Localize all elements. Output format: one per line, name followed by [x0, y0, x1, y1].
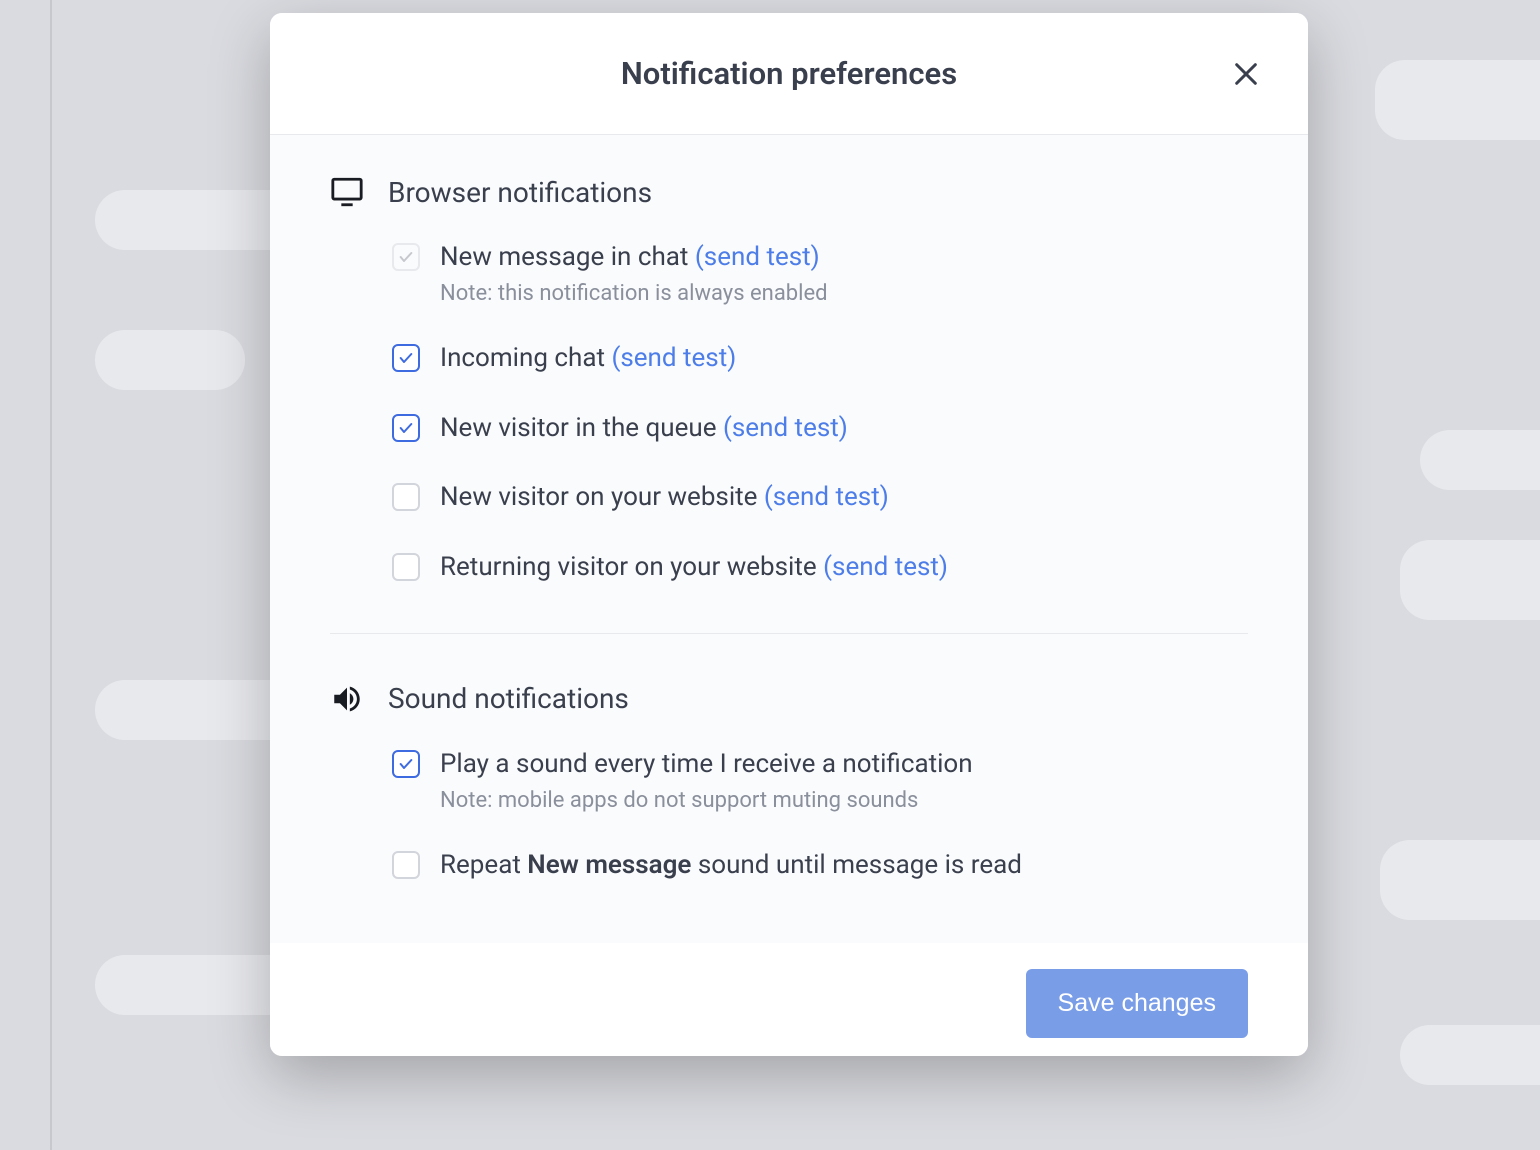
- option-label: Repeat New message sound until message i…: [440, 849, 1248, 883]
- option-text: Returning visitor on your website (send …: [440, 551, 1248, 585]
- option-text: Repeat New message sound until message i…: [440, 849, 1248, 883]
- option-text: New visitor on your website (send test): [440, 481, 1248, 515]
- browser-notifications-section: Browser notifications New message in cha…: [330, 175, 1248, 585]
- checkbox-returning-visitor[interactable]: [392, 553, 420, 581]
- modal-footer: Save changes: [270, 943, 1308, 1056]
- option-new-visitor-website: New visitor on your website (send test): [392, 481, 1248, 515]
- checkbox-repeat-sound[interactable]: [392, 851, 420, 879]
- checkbox-new-visitor-website[interactable]: [392, 483, 420, 511]
- send-test-link[interactable]: (send test): [611, 343, 736, 373]
- checkbox-new-message: [392, 243, 420, 271]
- checkbox-new-visitor-queue[interactable]: [392, 414, 420, 442]
- send-test-link[interactable]: (send test): [695, 242, 820, 272]
- modal-header: Notification preferences: [270, 13, 1308, 135]
- divider: [330, 633, 1248, 634]
- option-new-visitor-queue: New visitor in the queue (send test): [392, 412, 1248, 446]
- modal-body: Browser notifications New message in cha…: [270, 135, 1308, 943]
- section-header: Browser notifications: [330, 175, 1248, 209]
- option-label: Play a sound every time I receive a noti…: [440, 748, 1248, 782]
- option-text: Incoming chat (send test): [440, 342, 1248, 376]
- option-repeat-sound: Repeat New message sound until message i…: [392, 849, 1248, 883]
- modal-title: Notification preferences: [330, 55, 1248, 92]
- option-returning-visitor: Returning visitor on your website (send …: [392, 551, 1248, 585]
- option-label: Returning visitor on your website (send …: [440, 551, 1248, 585]
- send-test-link[interactable]: (send test): [823, 552, 948, 582]
- option-play-sound: Play a sound every time I receive a noti…: [392, 748, 1248, 813]
- option-text: New visitor in the queue (send test): [440, 412, 1248, 446]
- sound-options-list: Play a sound every time I receive a noti…: [330, 748, 1248, 883]
- option-label: New message in chat (send test): [440, 241, 1248, 275]
- close-button[interactable]: [1226, 54, 1266, 94]
- sound-notifications-section: Sound notifications Play a sound every t…: [330, 682, 1248, 883]
- notification-preferences-modal: Notification preferences Browser notific…: [270, 13, 1308, 1056]
- option-label: New visitor in the queue (send test): [440, 412, 1248, 446]
- checkbox-play-sound[interactable]: [392, 750, 420, 778]
- speaker-icon: [330, 682, 364, 716]
- option-text: New message in chat (send test) Note: th…: [440, 241, 1248, 306]
- section-header: Sound notifications: [330, 682, 1248, 716]
- option-text: Play a sound every time I receive a noti…: [440, 748, 1248, 813]
- monitor-icon: [330, 175, 364, 209]
- checkbox-incoming-chat[interactable]: [392, 344, 420, 372]
- option-label: New visitor on your website (send test): [440, 481, 1248, 515]
- option-incoming-chat: Incoming chat (send test): [392, 342, 1248, 376]
- close-icon: [1232, 60, 1260, 88]
- sound-section-title: Sound notifications: [388, 682, 629, 715]
- send-test-link[interactable]: (send test): [764, 482, 889, 512]
- save-changes-button[interactable]: Save changes: [1026, 969, 1248, 1038]
- browser-options-list: New message in chat (send test) Note: th…: [330, 241, 1248, 585]
- option-new-message: New message in chat (send test) Note: th…: [392, 241, 1248, 306]
- option-note: Note: this notification is always enable…: [440, 281, 1248, 306]
- option-note: Note: mobile apps do not support muting …: [440, 788, 1248, 813]
- option-label: Incoming chat (send test): [440, 342, 1248, 376]
- send-test-link[interactable]: (send test): [723, 413, 848, 443]
- browser-section-title: Browser notifications: [388, 176, 652, 209]
